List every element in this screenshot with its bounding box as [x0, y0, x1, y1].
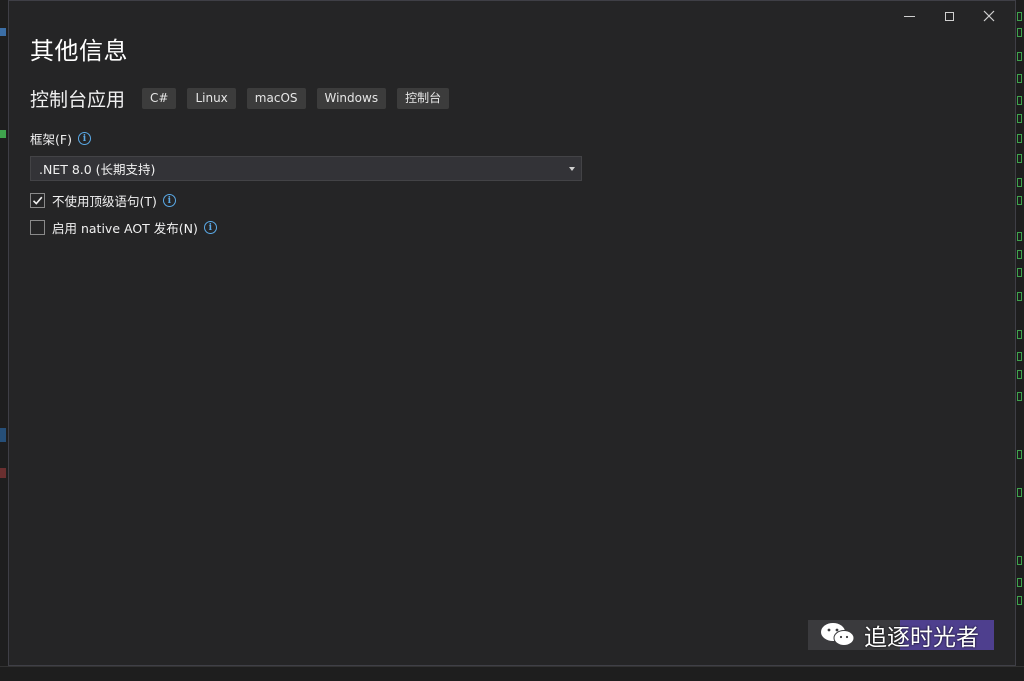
- native-aot-label: 启用 native AOT 发布(N): [52, 221, 198, 236]
- watermark: 追逐时光者: [808, 620, 994, 651]
- chevron-down-icon: [569, 167, 575, 171]
- top-level-statements-label: 不使用顶级语句(T): [52, 194, 157, 209]
- additional-info-dialog: 其他信息 控制台应用 C# Linux macOS Windows 控制台 框架…: [8, 0, 1016, 666]
- top-level-statements-option[interactable]: 不使用顶级语句(T) i: [30, 191, 176, 210]
- minimize-button[interactable]: [889, 7, 929, 25]
- top-level-statements-checkbox[interactable]: [30, 193, 45, 208]
- window-controls: [889, 7, 1009, 25]
- tag-console: 控制台: [397, 88, 450, 109]
- maximize-button[interactable]: [929, 7, 969, 25]
- info-icon[interactable]: i: [162, 194, 176, 207]
- watermark-text: 追逐时光者: [864, 625, 979, 651]
- native-aot-checkbox[interactable]: [30, 220, 45, 235]
- framework-select[interactable]: .NET 8.0 (长期支持): [30, 156, 582, 181]
- tag-windows: Windows: [316, 88, 387, 109]
- info-icon[interactable]: i: [77, 132, 91, 145]
- info-icon[interactable]: i: [203, 221, 217, 234]
- minimize-icon: [903, 15, 915, 17]
- close-icon: [983, 10, 995, 22]
- native-aot-option[interactable]: 启用 native AOT 发布(N) i: [30, 218, 217, 237]
- tag-macos: macOS: [246, 88, 306, 109]
- background-editor-bottom: [0, 666, 1024, 681]
- framework-selected-value: .NET 8.0 (长期支持): [39, 162, 156, 177]
- framework-label-row: 框架(F) i: [30, 129, 91, 148]
- maximize-icon: [944, 11, 954, 21]
- tag-linux: Linux: [187, 88, 236, 109]
- close-button[interactable]: [969, 7, 1009, 25]
- template-header: 控制台应用 C# Linux macOS Windows 控制台: [30, 85, 460, 112]
- tag-csharp: C#: [142, 88, 177, 109]
- wechat-logo: [821, 623, 855, 646]
- page-title: 其他信息: [30, 37, 128, 65]
- template-name: 控制台应用: [30, 89, 126, 111]
- framework-label: 框架(F): [30, 132, 72, 147]
- checkmark-icon: [32, 196, 43, 205]
